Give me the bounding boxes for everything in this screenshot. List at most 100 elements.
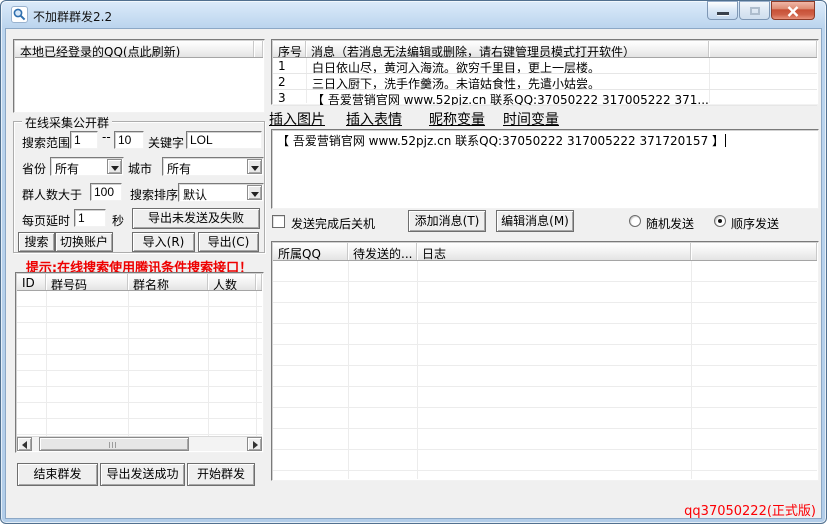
message-editor-text: 【 吾爱营销官网 www.52pjz.cn 联系QQ:37050222 3170… xyxy=(277,134,724,148)
export-button[interactable]: 导出(C) xyxy=(198,232,259,252)
message-row[interactable]: 1 白日依山尽，黄河入海流。欲穷千里目，更上一层楼。 xyxy=(273,58,817,74)
insert-image-link[interactable]: 插入图片 xyxy=(269,109,325,129)
keyword-input[interactable] xyxy=(186,131,262,149)
scroll-right-icon[interactable] xyxy=(247,437,262,451)
insert-emoji-link[interactable]: 插入表情 xyxy=(346,109,402,129)
keyword-label: 关键字 xyxy=(148,134,184,151)
message-row-index: 1 xyxy=(278,59,286,73)
column-divider xyxy=(128,291,129,436)
message-table-header: 序号 消息（若消息无法编辑或删除，请右键管理员模式打开软件） xyxy=(273,41,817,58)
message-row[interactable]: 3 【 吾爱营销官网 www.52pjz.cn 联系QQ:37050222 31… xyxy=(273,90,817,106)
shutdown-after-send-label[interactable]: 发送完成后关机 xyxy=(291,215,375,232)
min-members-label: 群人数大于 xyxy=(22,186,82,203)
city-select[interactable]: 所有 xyxy=(162,157,264,176)
log-table-body[interactable] xyxy=(273,261,817,479)
maximize-button xyxy=(739,1,770,20)
delay-input[interactable] xyxy=(74,209,106,227)
range-separator: -- xyxy=(102,130,111,144)
random-send-radio[interactable] xyxy=(629,215,641,227)
logged-qq-list-header[interactable]: 本地已经登录的QQ(点此刷新) xyxy=(15,41,263,58)
scroll-left-icon[interactable] xyxy=(17,437,32,451)
stop-broadcast-button[interactable]: 结束群发 xyxy=(17,463,98,486)
edit-message-button[interactable]: 编辑消息(M) xyxy=(496,210,574,232)
col-spacer xyxy=(691,243,817,260)
col-index[interactable]: 序号 xyxy=(273,41,306,57)
group-result-table: ID 群号码 群名称 人数 xyxy=(15,272,264,453)
export-failed-button[interactable]: 导出未发送及失败 xyxy=(132,208,260,229)
import-button[interactable]: 导入(R) xyxy=(132,232,195,252)
city-dropdown-icon[interactable] xyxy=(247,159,262,174)
sequential-send-radio[interactable] xyxy=(714,215,726,227)
range-to-input[interactable] xyxy=(114,131,144,149)
range-label: 搜索范围 xyxy=(22,134,70,151)
delay-unit-label: 秒 xyxy=(112,212,124,229)
minimize-icon xyxy=(717,12,729,15)
scrollbar-thumb[interactable] xyxy=(39,437,189,451)
message-table-body: 1 白日依山尽，黄河入海流。欲穷千里目，更上一层楼。 2 三日入厨下，洗手作羹汤… xyxy=(273,58,817,103)
column-divider xyxy=(417,261,418,479)
window-title: 不加群群发2.2 xyxy=(33,8,112,25)
add-message-button[interactable]: 添加消息(T) xyxy=(408,210,486,232)
range-from-input[interactable] xyxy=(70,131,98,149)
logged-qq-list-header-label[interactable]: 本地已经登录的QQ(点此刷新) xyxy=(15,41,254,57)
message-row-text: 【 吾爱营销官网 www.52pjz.cn 联系QQ:37050222 3170… xyxy=(312,91,709,106)
close-icon xyxy=(787,6,799,20)
column-divider xyxy=(691,261,692,479)
shutdown-after-send-checkbox[interactable] xyxy=(272,215,285,228)
column-divider xyxy=(46,291,47,436)
sequential-send-label[interactable]: 顺序发送 xyxy=(731,215,779,232)
logged-qq-list: 本地已经登录的QQ(点此刷新) xyxy=(13,39,265,113)
group-result-table-body[interactable] xyxy=(17,291,262,436)
column-divider xyxy=(208,291,209,436)
minimize-button[interactable] xyxy=(707,1,738,20)
group-result-table-header: ID 群号码 群名称 人数 xyxy=(17,274,262,291)
sort-value: 默认 xyxy=(183,186,207,203)
province-value: 所有 xyxy=(55,160,79,177)
col-owner-qq[interactable]: 所属QQ xyxy=(273,243,348,260)
col-group-name[interactable]: 群名称 xyxy=(128,274,208,290)
log-table: 所属QQ 待发送的... 日志 xyxy=(271,241,819,481)
column-divider xyxy=(348,261,349,479)
close-button[interactable] xyxy=(771,1,815,20)
col-spacer xyxy=(256,274,262,290)
province-label: 省份 xyxy=(22,160,46,177)
logged-qq-list-header-spacer xyxy=(255,41,263,57)
sort-label: 搜索排序 xyxy=(130,186,178,203)
message-row-index: 3 xyxy=(278,91,286,105)
province-select[interactable]: 所有 xyxy=(50,157,124,176)
collector-groupbox: 在线采集公开群 搜索范围 -- 关键字 省份 所有 城市 所有 群人数大于 搜索… xyxy=(13,121,265,253)
nickname-variable-link[interactable]: 昵称变量 xyxy=(429,109,485,129)
message-row[interactable]: 2 三日入厨下，洗手作羹汤。未谙姑食性，先遣小姑尝。 xyxy=(273,74,817,90)
message-row-text: 三日入厨下，洗手作羹汤。未谙姑食性，先遣小姑尝。 xyxy=(312,75,600,90)
delay-label: 每页延时 xyxy=(22,212,70,229)
message-editor[interactable]: 【 吾爱营销官网 www.52pjz.cn 联系QQ:37050222 3170… xyxy=(271,129,819,209)
search-button[interactable]: 搜索 xyxy=(18,232,55,252)
col-spacer xyxy=(709,41,817,57)
logged-qq-list-body[interactable] xyxy=(15,58,263,111)
start-broadcast-button[interactable]: 开始群发 xyxy=(187,463,255,486)
message-table: 序号 消息（若消息无法编辑或删除，请右键管理员模式打开软件） 1 白日依山尽，黄… xyxy=(271,39,819,105)
registration-text: qq37050222(正式版) xyxy=(561,500,816,519)
export-success-button[interactable]: 导出发送成功 xyxy=(100,463,185,486)
horizontal-scrollbar[interactable] xyxy=(17,436,262,451)
log-table-header: 所属QQ 待发送的... 日志 xyxy=(273,243,817,261)
col-pending[interactable]: 待发送的... xyxy=(348,243,417,260)
maximize-icon xyxy=(750,7,760,15)
app-magnifier-icon xyxy=(11,6,28,23)
sort-select[interactable]: 默认 xyxy=(178,183,264,202)
random-send-label[interactable]: 随机发送 xyxy=(646,215,694,232)
app-window: 不加群群发2.2 本地已经登录的QQ(点此刷新) 在线采集公开群 搜索范围 --… xyxy=(0,0,827,524)
col-group-number[interactable]: 群号码 xyxy=(46,274,128,290)
col-log[interactable]: 日志 xyxy=(417,243,691,260)
col-member-count[interactable]: 人数 xyxy=(208,274,256,290)
column-divider xyxy=(256,291,257,436)
min-members-input[interactable] xyxy=(90,183,122,201)
col-id[interactable]: ID xyxy=(17,274,46,290)
col-message[interactable]: 消息（若消息无法编辑或删除，请右键管理员模式打开软件） xyxy=(306,41,709,57)
time-variable-link[interactable]: 时间变量 xyxy=(503,109,559,129)
sort-dropdown-icon[interactable] xyxy=(247,185,262,200)
message-row-text: 白日依山尽，黄河入海流。欲穷千里目，更上一层楼。 xyxy=(312,59,600,74)
city-label: 城市 xyxy=(128,160,152,177)
province-dropdown-icon[interactable] xyxy=(107,159,122,174)
switch-account-button[interactable]: 切换账户 xyxy=(55,232,113,252)
